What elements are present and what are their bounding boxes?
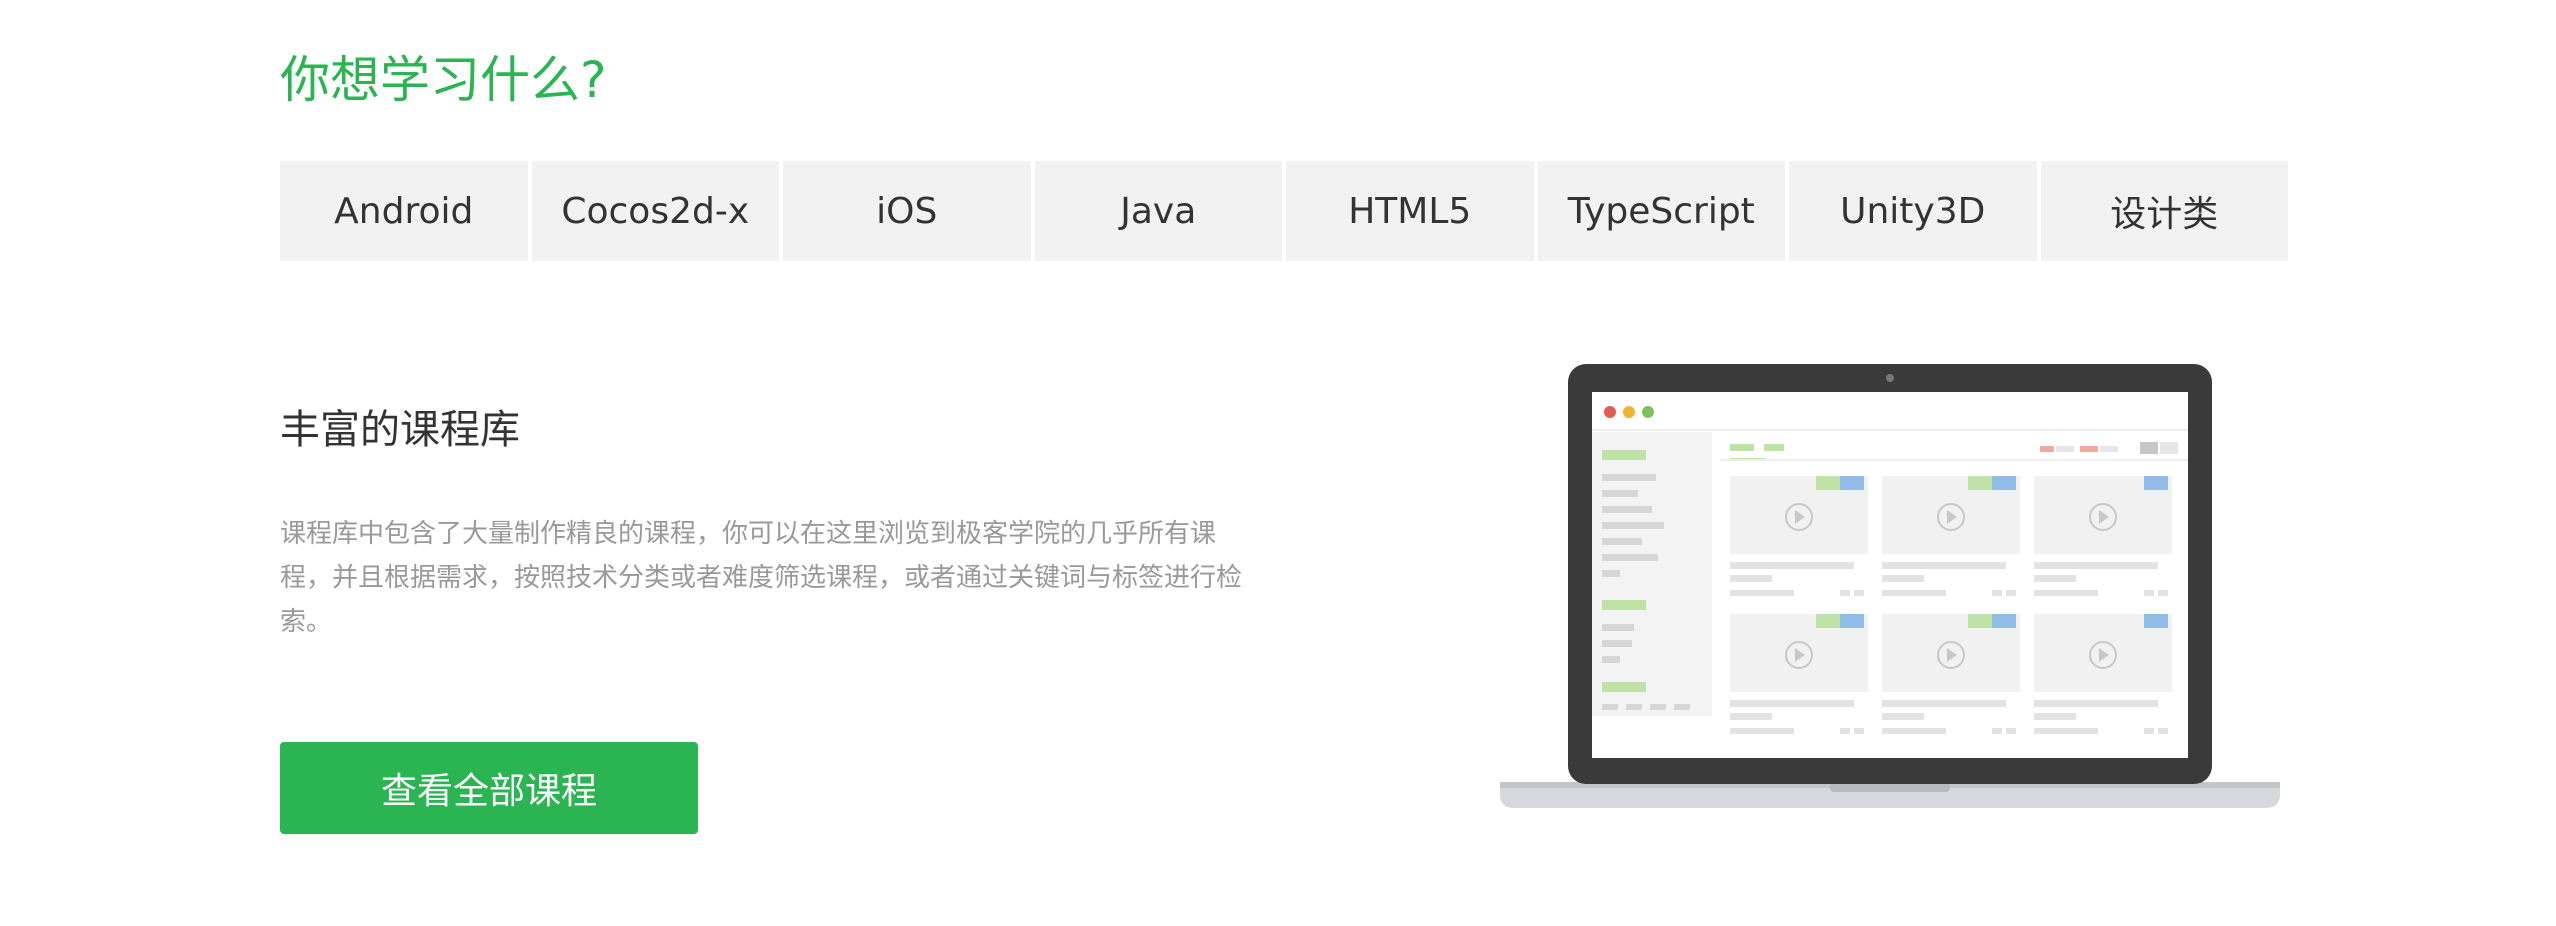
tab-android[interactable]: Android [280, 161, 528, 261]
tab-cocos2d-x[interactable]: Cocos2d-x [531, 161, 779, 261]
laptop-illustration-icon [1500, 364, 2280, 808]
tab-html5[interactable]: HTML5 [1286, 161, 1534, 261]
page-heading: 你想学习什么? [280, 51, 607, 109]
view-all-courses-button[interactable]: 查看全部课程 [280, 742, 698, 834]
tab-typescript[interactable]: TypeScript [1537, 161, 1785, 261]
tab-design[interactable]: 设计类 [2040, 161, 2288, 261]
feature-description: 课程库中包含了大量制作精良的课程，你可以在这里浏览到极客学院的几乎所有课程，并且… [280, 519, 1243, 637]
category-tabs: Android Cocos2d-x iOS Java HTML5 TypeScr… [280, 161, 2288, 261]
tab-ios[interactable]: iOS [783, 161, 1031, 261]
tab-java[interactable]: Java [1034, 161, 1282, 261]
tab-unity3d[interactable]: Unity3D [1789, 161, 2037, 261]
feature-title: 丰富的课程库 [280, 407, 520, 453]
